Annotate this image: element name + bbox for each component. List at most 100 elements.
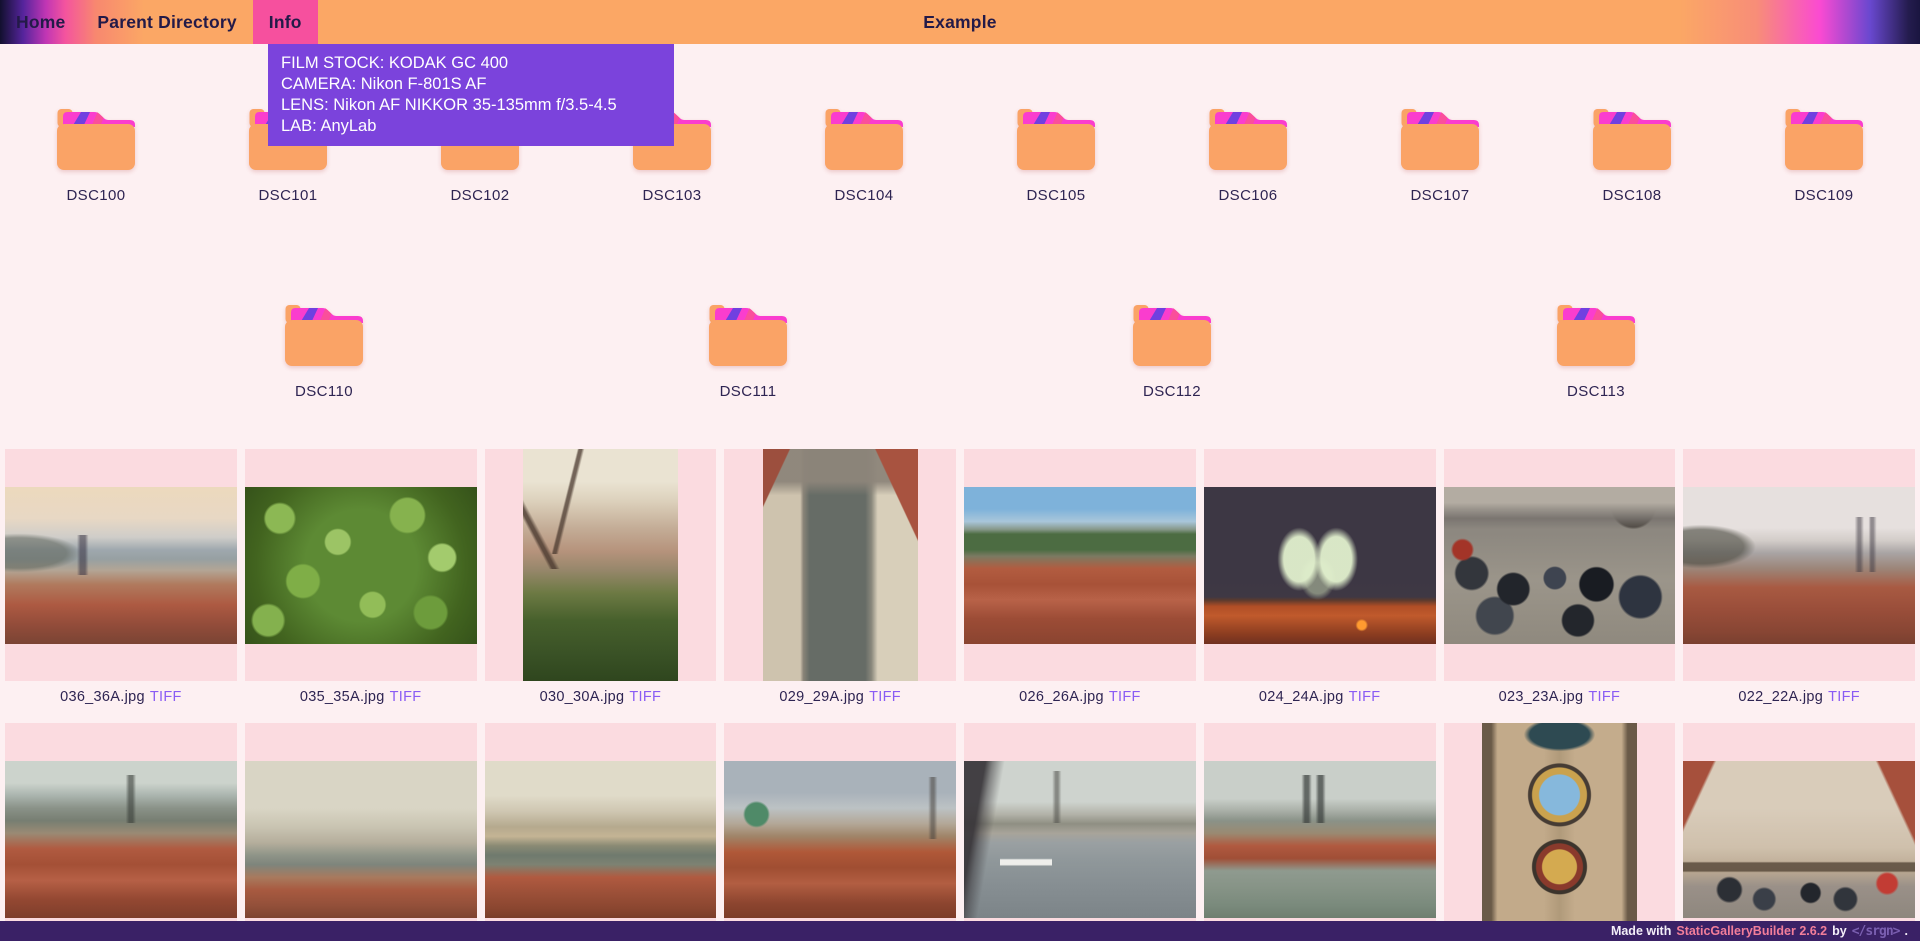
tiff-link[interactable]: TIFF	[1349, 689, 1381, 705]
photo-filename: 029_29A.jpg	[779, 689, 864, 705]
gallery-item: 035_35A.jpgTIFF	[245, 449, 477, 707]
tiff-link[interactable]: TIFF	[150, 689, 182, 705]
gallery-item	[245, 723, 477, 941]
gallery-item: 022_22A.jpg TIFF	[1683, 449, 1915, 707]
photo-grid: 036_36A.jpg TIFF 035_35A.jpgTIFF 030_30A.…	[0, 449, 1920, 941]
srgn-logo-link[interactable]: </srgn>	[1852, 924, 1900, 939]
folder-icon	[1556, 301, 1636, 367]
folder-icon	[708, 301, 788, 367]
gallery-item	[485, 723, 717, 941]
folder-icon	[1132, 301, 1212, 367]
thumbnail-link[interactable]	[5, 723, 237, 941]
tiff-link[interactable]: TIFF	[1588, 689, 1620, 705]
photo-night-church	[1204, 487, 1436, 644]
thumbnail-link[interactable]	[245, 723, 477, 941]
thumbnail-link[interactable]	[964, 723, 1196, 941]
photo-hazy-river	[245, 761, 477, 918]
gallery-item	[1444, 723, 1676, 941]
folder-item-dsc113[interactable]: DSC113	[1554, 301, 1638, 400]
photo-aerial-street	[763, 449, 918, 681]
photo-tree-vista	[523, 449, 678, 681]
thumbnail-link[interactable]	[5, 449, 237, 681]
folder-item-dsc107[interactable]: DSC107	[1398, 105, 1482, 204]
photo-bridge-crowd	[1444, 487, 1676, 644]
footer-bar: Made with StaticGalleryBuilder 2.6.2 by …	[0, 921, 1920, 941]
photo-bridge-statue	[964, 761, 1196, 918]
folder-row-2: DSC110 DSC111 DSC112 DSC113	[0, 301, 1920, 400]
top-nav: Home Parent Directory Info Example	[0, 0, 1920, 44]
folder-item-dsc111[interactable]: DSC111	[706, 301, 790, 400]
gallery-item	[1204, 723, 1436, 941]
folder-item-dsc110[interactable]: DSC110	[282, 301, 366, 400]
thumbnail-link[interactable]	[1683, 449, 1915, 681]
gallery-item: 029_29A.jpg TIFF	[724, 449, 956, 707]
tooltip-lab: LAB: AnyLab	[281, 116, 661, 137]
folder-item-dsc100[interactable]: DSC100	[54, 105, 138, 204]
folder-label: DSC111	[706, 384, 790, 400]
photo-label: 035_35A.jpgTIFF	[245, 688, 477, 707]
folder-icon	[1208, 105, 1288, 171]
thumbnail-link[interactable]	[964, 449, 1196, 681]
photo-roofs-hill	[964, 487, 1196, 644]
tiff-link[interactable]: TIFF	[629, 689, 661, 705]
folder-item-dsc106[interactable]: DSC106	[1206, 105, 1290, 204]
thumbnail-link[interactable]	[1444, 449, 1676, 681]
tiff-link[interactable]: TIFF	[1828, 689, 1860, 705]
tiff-link[interactable]: TIFF	[869, 689, 901, 705]
thumbnail-link[interactable]	[485, 723, 717, 941]
photo-filename: 036_36A.jpg	[60, 689, 145, 705]
thumbnail-link[interactable]	[245, 449, 477, 681]
folder-item-dsc112[interactable]: DSC112	[1130, 301, 1214, 400]
photo-label: 030_30A.jpgTIFF	[485, 688, 717, 707]
folder-label: DSC106	[1206, 188, 1290, 204]
folder-item-dsc105[interactable]: DSC105	[1014, 105, 1098, 204]
photo-label: 029_29A.jpg TIFF	[724, 688, 956, 707]
gallery-item	[1683, 723, 1915, 941]
tooltip-film-stock: FILM STOCK: KODAK GC 400	[281, 53, 661, 74]
photo-roofs-dome	[724, 761, 956, 918]
photo-filename: 026_26A.jpg	[1019, 689, 1104, 705]
thumbnail-link[interactable]	[1444, 723, 1676, 941]
folder-icon	[1592, 105, 1672, 171]
folder-icon	[56, 105, 136, 171]
thumbnail-link[interactable]	[1683, 723, 1915, 941]
gallery-item: 030_30A.jpgTIFF	[485, 449, 717, 707]
folder-label: DSC113	[1554, 384, 1638, 400]
page-title: Example	[923, 0, 996, 44]
thumbnail-link[interactable]	[724, 723, 956, 941]
nav-item-home[interactable]: Home	[0, 0, 81, 44]
gallery-item	[5, 723, 237, 941]
photo-astro-clock	[1482, 723, 1637, 941]
photo-foliage	[245, 487, 477, 644]
footer-by: by	[1832, 924, 1847, 938]
photo-castle-roofs	[5, 761, 237, 918]
gallery-item: 026_26A.jpg TIFF	[964, 449, 1196, 707]
thumbnail-link[interactable]	[1204, 449, 1436, 681]
thumbnail-link[interactable]	[1204, 723, 1436, 941]
nav-item-parent-directory[interactable]: Parent Directory	[81, 0, 252, 44]
folder-item-dsc104[interactable]: DSC104	[822, 105, 906, 204]
photo-river-town	[485, 761, 717, 918]
folder-icon	[1016, 105, 1096, 171]
photo-label: 023_23A.jpgTIFF	[1444, 688, 1676, 707]
folder-label: DSC112	[1130, 384, 1214, 400]
photo-filename: 022_22A.jpg	[1738, 689, 1823, 705]
photo-label: 036_36A.jpg TIFF	[5, 688, 237, 707]
nav-item-info[interactable]: Info	[253, 0, 318, 44]
tiff-link[interactable]: TIFF	[390, 689, 422, 705]
gallery-item	[724, 723, 956, 941]
photo-filename: 024_24A.jpg	[1259, 689, 1344, 705]
tiff-link[interactable]: TIFF	[1109, 689, 1141, 705]
photo-label: 026_26A.jpg TIFF	[964, 688, 1196, 707]
folder-item-dsc108[interactable]: DSC108	[1590, 105, 1674, 204]
footer-builder-link[interactable]: StaticGalleryBuilder 2.6.2	[1676, 924, 1827, 938]
folder-item-dsc109[interactable]: DSC109	[1782, 105, 1866, 204]
photo-river-cathedral	[1204, 761, 1436, 918]
folder-label: DSC104	[822, 188, 906, 204]
thumbnail-link[interactable]	[724, 449, 956, 681]
folder-label: DSC103	[630, 188, 714, 204]
footer-period: .	[1905, 924, 1908, 938]
folder-label: DSC108	[1590, 188, 1674, 204]
thumbnail-link[interactable]	[485, 449, 717, 681]
tooltip-lens: LENS: Nikon AF NIKKOR 35-135mm f/3.5-4.5	[281, 95, 661, 116]
